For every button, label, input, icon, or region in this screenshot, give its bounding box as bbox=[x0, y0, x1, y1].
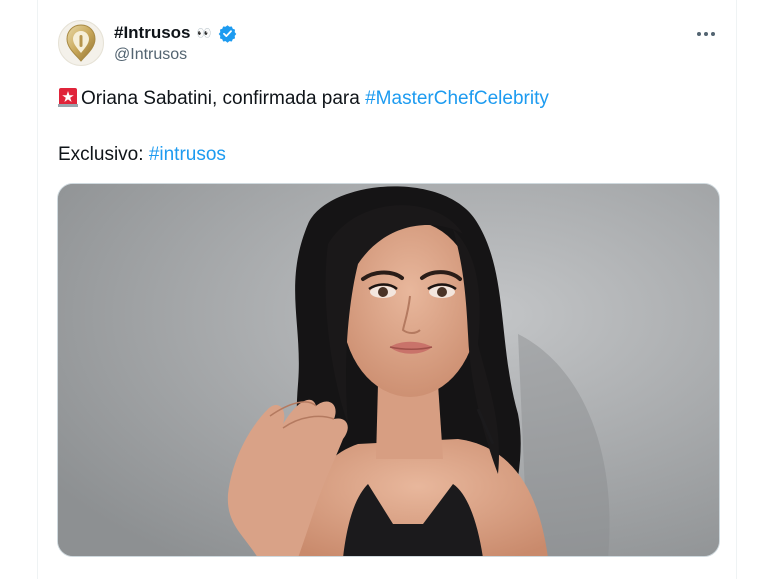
police-light-icon bbox=[58, 88, 78, 107]
portrait-photo bbox=[58, 184, 719, 556]
dot bbox=[704, 32, 708, 36]
tweet-card[interactable]: #Intrusos 👀 @Intrusos Oriana Sabatini, c… bbox=[37, 0, 737, 579]
tweet-text-2: Exclusivo: bbox=[58, 144, 149, 165]
hashtag-masterchefcelebrity[interactable]: #MasterChefCelebrity bbox=[365, 88, 549, 109]
dot bbox=[711, 32, 715, 36]
eyes-emoji: 👀 bbox=[196, 26, 213, 40]
display-name[interactable]: #Intrusos bbox=[114, 23, 191, 43]
author-handle[interactable]: @Intrusos bbox=[114, 46, 187, 64]
tweet-text-line-1: Oriana Sabatini, confirmada para #Master… bbox=[58, 86, 549, 112]
tweet-text-1: Oriana Sabatini, confirmada para bbox=[81, 88, 366, 109]
verified-badge-icon[interactable] bbox=[218, 24, 237, 43]
tweet-photo[interactable] bbox=[57, 183, 720, 557]
more-options-icon[interactable] bbox=[694, 24, 718, 44]
avatar[interactable] bbox=[58, 20, 104, 66]
hashtag-intrusos[interactable]: #intrusos bbox=[149, 144, 226, 165]
screenshot-frame: #Intrusos 👀 @Intrusos Oriana Sabatini, c… bbox=[0, 0, 770, 579]
dot bbox=[697, 32, 701, 36]
tweet-text-line-2: Exclusivo: #intrusos bbox=[58, 142, 226, 168]
author-name-row: #Intrusos 👀 bbox=[114, 22, 237, 44]
intrusos-logo-icon bbox=[66, 24, 96, 62]
